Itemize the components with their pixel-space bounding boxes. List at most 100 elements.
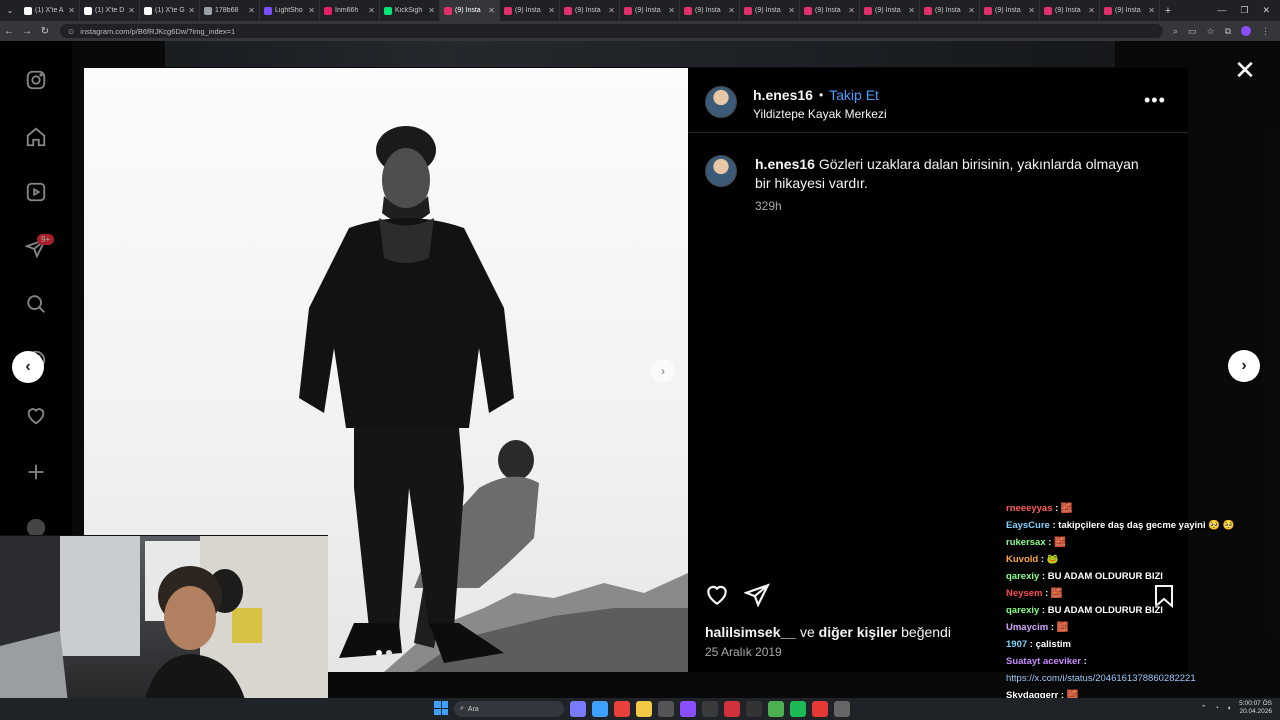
tab-close-icon[interactable]: ✕ — [968, 6, 975, 15]
streamer-webcam — [0, 535, 328, 720]
browser-tab[interactable]: LightSho ✕ — [260, 0, 320, 21]
app-icon[interactable] — [636, 701, 652, 717]
browser-tab[interactable]: (9) Insta ✕ — [740, 0, 800, 21]
tab-close-icon[interactable]: ✕ — [1148, 6, 1155, 15]
tab-close-icon[interactable]: ✕ — [908, 6, 915, 15]
address-bar-row: ← → ↻ ⊙ instagram.com/p/B6fRJKcg6Dw/?img… — [0, 21, 1280, 41]
app-icon[interactable] — [680, 701, 696, 717]
post-location[interactable]: Yildiztepe Kayak Merkezi — [753, 107, 887, 121]
forward-icon[interactable]: → — [18, 26, 36, 37]
like-icon[interactable] — [704, 582, 730, 613]
browser-tab[interactable]: (9) Insta ✕ — [980, 0, 1040, 21]
browser-tab[interactable]: Inm66h ✕ — [320, 0, 380, 21]
tab-close-icon[interactable]: ✕ — [848, 6, 855, 15]
browser-tab[interactable]: (9) Insta ✕ — [560, 0, 620, 21]
prev-post-button[interactable]: ‹ — [12, 351, 44, 383]
taskbar-search[interactable]: ⌕ Ara — [454, 701, 564, 717]
app-icon[interactable] — [614, 701, 630, 717]
tab-close-icon[interactable]: ✕ — [248, 6, 255, 15]
browser-tab[interactable]: KickSigh ✕ — [380, 0, 440, 21]
address-bar-icons: ⌕ ▭ ☆ ⧉ ⋮ — [1163, 25, 1280, 37]
url-field[interactable]: ⊙ instagram.com/p/B6fRJKcg6Dw/?img_index… — [60, 24, 1163, 38]
app-icon[interactable] — [592, 701, 608, 717]
share-icon[interactable] — [742, 582, 770, 613]
browser-tab[interactable]: (9) Insta ✕ — [440, 0, 500, 21]
maximize-icon[interactable]: ❐ — [1240, 5, 1248, 16]
close-modal-button[interactable]: ✕ — [1233, 57, 1257, 83]
reload-icon[interactable]: ↻ — [36, 26, 54, 37]
browser-tab[interactable]: (9) Insta ✕ — [500, 0, 560, 21]
browser-tab[interactable]: (1) X'te D ✕ — [80, 0, 140, 21]
browser-menu-icon[interactable]: ⋮ — [1261, 26, 1270, 37]
extensions-icon[interactable]: ⧉ — [1225, 26, 1231, 37]
chat-username: Kuvold — [1006, 554, 1039, 565]
author-avatar[interactable] — [705, 86, 737, 118]
window-controls: — ❐ ✕ — [1217, 5, 1280, 16]
tab-close-icon[interactable]: ✕ — [728, 6, 735, 15]
app-icon[interactable] — [658, 701, 674, 717]
app-icon[interactable] — [702, 701, 718, 717]
tab-close-icon[interactable]: ✕ — [1028, 6, 1035, 15]
caption-username[interactable]: h.enes16 — [755, 156, 815, 172]
browser-tab[interactable]: (9) Insta ✕ — [1040, 0, 1100, 21]
new-tab-button[interactable]: + — [1160, 5, 1176, 17]
app-icon[interactable] — [570, 701, 586, 717]
app-icon[interactable] — [834, 701, 850, 717]
tab-close-icon[interactable]: ✕ — [1088, 6, 1095, 15]
bookmark-star-icon[interactable]: ☆ — [1206, 26, 1214, 37]
app-icon[interactable] — [812, 701, 828, 717]
volume-icon[interactable]: ◖ — [1227, 705, 1231, 712]
start-button[interactable] — [434, 701, 448, 715]
follow-button[interactable]: Takip Et — [829, 87, 879, 103]
browser-tab[interactable]: (9) Insta ✕ — [800, 0, 860, 21]
tab-close-icon[interactable]: ✕ — [188, 6, 195, 15]
clock[interactable]: 5:00:07 ÖS 20.04.2026 — [1239, 700, 1272, 716]
tab-label: (1) X'te A — [35, 7, 64, 14]
tray-chevron-icon[interactable]: ⌃ — [1201, 704, 1207, 712]
tab-label: (9) Insta — [1055, 7, 1081, 14]
browser-tab[interactable]: (9) Insta ✕ — [920, 0, 980, 21]
browser-tab[interactable]: (9) Insta ✕ — [860, 0, 920, 21]
cast-icon[interactable]: ▭ — [1188, 26, 1197, 37]
browser-tab[interactable]: 178b68 ✕ — [200, 0, 260, 21]
browser-tab[interactable]: (9) Insta ✕ — [680, 0, 740, 21]
browser-tab[interactable]: (9) Insta ✕ — [620, 0, 680, 21]
liked-by-user[interactable]: halilsimsek__ — [705, 624, 796, 640]
chat-username: qarexiy — [1006, 571, 1040, 582]
app-icon[interactable] — [790, 701, 806, 717]
tab-close-icon[interactable]: ✕ — [128, 6, 135, 15]
caption-avatar[interactable] — [705, 155, 737, 187]
tab-close-icon[interactable]: ✕ — [488, 6, 495, 15]
profile-avatar-icon[interactable] — [1241, 25, 1251, 36]
minimize-icon[interactable]: — — [1217, 5, 1226, 16]
app-icon[interactable] — [768, 701, 784, 717]
tab-close-icon[interactable]: ✕ — [548, 6, 555, 15]
network-icon[interactable]: ◔ — [1215, 705, 1219, 712]
tab-close-icon[interactable]: ✕ — [668, 6, 675, 15]
browser-tab[interactable]: (1) X'te A ✕ — [20, 0, 80, 21]
author-username[interactable]: h.enes16 — [753, 87, 813, 103]
site-info-icon[interactable]: ⊙ — [68, 27, 74, 36]
app-icon[interactable] — [746, 701, 762, 717]
tab-close-icon[interactable]: ✕ — [308, 6, 315, 15]
tab-label: (9) Insta — [695, 7, 721, 14]
tab-search-icon[interactable]: ⌄ — [0, 6, 20, 15]
app-icon[interactable] — [724, 701, 740, 717]
screen: ⌄ (1) X'te A ✕ (1) X'te D ✕ (1) X'te G ✕ 178b6… — [0, 0, 1280, 720]
more-options-icon[interactable]: ••• — [1144, 90, 1166, 111]
tab-close-icon[interactable]: ✕ — [608, 6, 615, 15]
tab-close-icon[interactable]: ✕ — [368, 6, 375, 15]
next-post-button[interactable]: › — [1228, 350, 1260, 382]
close-window-icon[interactable]: ✕ — [1262, 5, 1270, 16]
header-separator: • — [818, 88, 824, 102]
carousel-next-button[interactable]: › — [651, 359, 675, 383]
liked-by-others[interactable]: diğer kişiler — [819, 624, 898, 640]
chat-link[interactable]: https://x.com/i/status/20461613788602822… — [1006, 673, 1196, 684]
browser-tab[interactable]: (9) Insta ✕ — [1100, 0, 1160, 21]
back-icon[interactable]: ← — [0, 26, 18, 37]
tab-close-icon[interactable]: ✕ — [428, 6, 435, 15]
zoom-icon[interactable]: ⌕ — [1173, 26, 1178, 37]
tab-close-icon[interactable]: ✕ — [68, 6, 75, 15]
browser-tab[interactable]: (1) X'te G ✕ — [140, 0, 200, 21]
tab-close-icon[interactable]: ✕ — [788, 6, 795, 15]
